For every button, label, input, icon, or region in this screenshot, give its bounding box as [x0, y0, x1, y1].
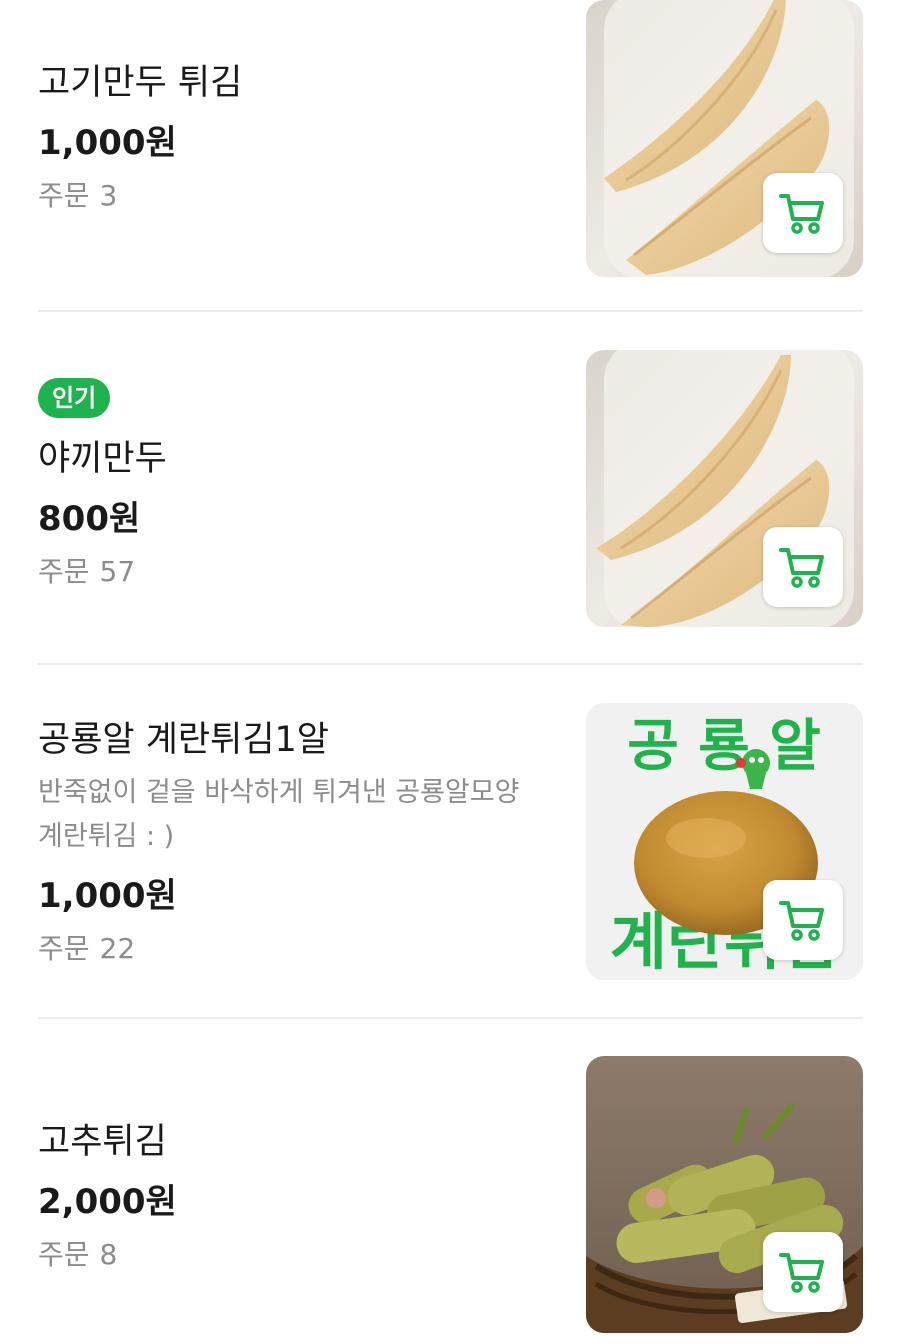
menu-item-name: 고추튀김 — [38, 1122, 167, 1162]
shopping-cart-icon — [779, 194, 824, 234]
menu-item-description: 반죽없이 겉을 바삭하게 튀겨낸 공룡알모양 계란튀김 : ) — [38, 777, 520, 852]
menu-item-name: 공룡알 계란튀김1알 — [38, 720, 329, 760]
orders-label: 주문 — [38, 555, 90, 588]
menu-item[interactable]: 인기 야끼만두 800원 주문 57 — [0, 312, 900, 663]
menu-item-info: 고기만두 튀김 1,000원 주문 3 — [38, 58, 548, 216]
shopping-cart-icon — [779, 1253, 824, 1293]
menu-item-orders: 주문 3 — [38, 176, 548, 216]
orders-count: 8 — [99, 1238, 118, 1271]
menu-item-name: 야끼만두 — [38, 439, 167, 479]
menu-item-orders: 주문 57 — [38, 552, 548, 592]
menu-item-price: 1,000원 — [38, 123, 177, 163]
image-text-top: 공 룡 알 — [627, 714, 821, 779]
menu-item[interactable]: 고기만두 튀김 1,000원 주문 3 — [0, 0, 900, 310]
menu-list: 고기만두 튀김 1,000원 주문 3 인기 야끼만두 800원 주문 57 공… — [0, 0, 900, 1344]
menu-item-price: 2,000원 — [38, 1182, 177, 1222]
orders-count: 3 — [99, 179, 118, 212]
popular-badge: 인기 — [38, 378, 111, 418]
menu-item-info: 고추튀김 2,000원 주문 8 — [38, 1117, 548, 1275]
menu-item[interactable]: 고추튀김 2,000원 주문 8 — [0, 1019, 900, 1344]
menu-item-info: 인기 야끼만두 800원 주문 57 — [38, 378, 548, 592]
add-to-cart-button[interactable] — [763, 880, 843, 960]
add-to-cart-button[interactable] — [763, 1232, 843, 1312]
orders-label: 주문 — [38, 932, 90, 965]
menu-item-price: 1,000원 — [38, 876, 177, 916]
menu-item-price: 800원 — [38, 499, 141, 539]
shopping-cart-icon — [779, 901, 824, 941]
orders-label: 주문 — [38, 1238, 90, 1271]
add-to-cart-button[interactable] — [763, 527, 843, 607]
menu-item-orders: 주문 22 — [38, 929, 548, 969]
add-to-cart-button[interactable] — [763, 173, 843, 253]
menu-item-name: 고기만두 튀김 — [38, 63, 243, 103]
menu-item[interactable]: 공룡알 계란튀김1알 반죽없이 겉을 바삭하게 튀겨낸 공룡알모양 계란튀김 :… — [0, 665, 900, 1017]
orders-count: 57 — [99, 555, 136, 588]
menu-item-orders: 주문 8 — [38, 1235, 548, 1275]
orders-count: 22 — [99, 932, 136, 965]
shopping-cart-icon — [779, 548, 824, 588]
menu-item-info: 공룡알 계란튀김1알 반죽없이 겉을 바삭하게 튀겨낸 공룡알모양 계란튀김 :… — [38, 715, 548, 969]
orders-label: 주문 — [38, 179, 90, 212]
